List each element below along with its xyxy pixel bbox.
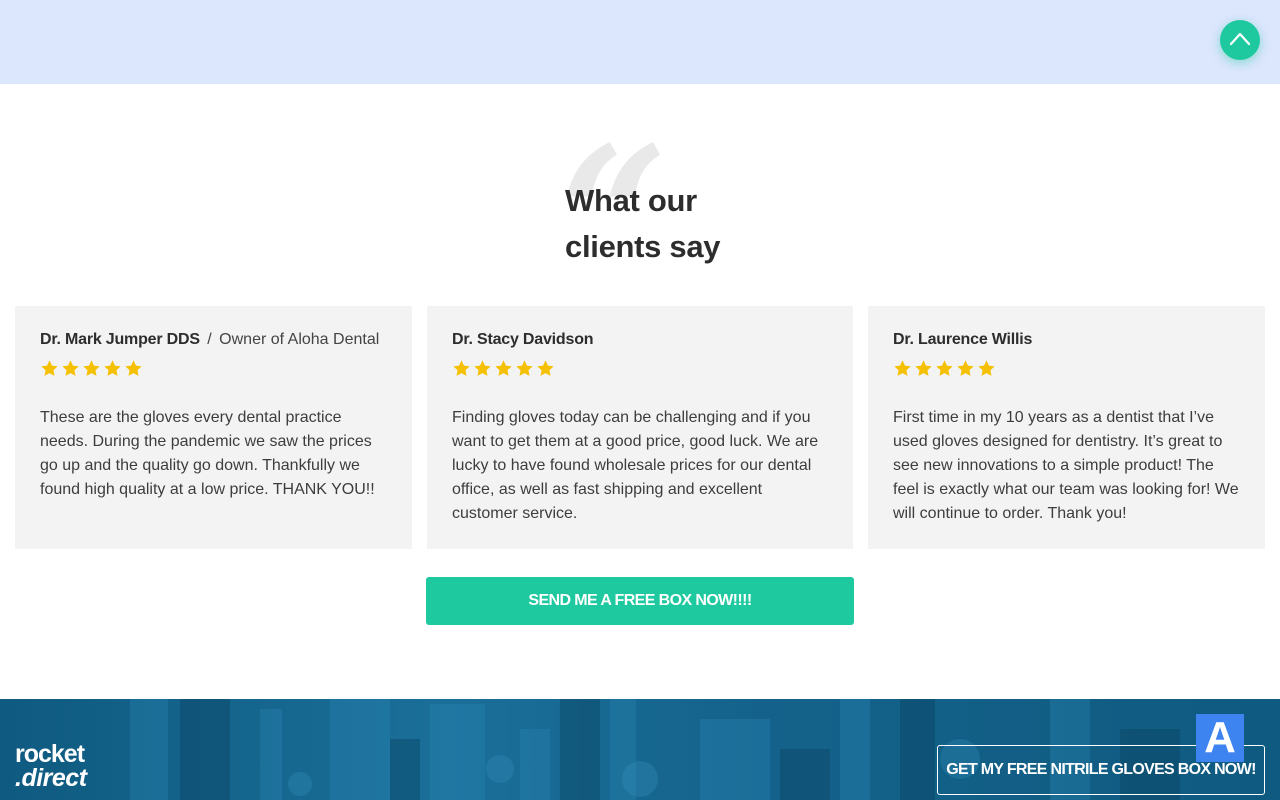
accessibility-a-icon[interactable]: A: [1196, 714, 1244, 762]
reviewer-role: Owner of Aloha Dental: [219, 331, 380, 348]
star-rating: [40, 359, 387, 381]
testimonial-card: Dr. Stacy Davidson Finding gloves today …: [427, 306, 853, 549]
star-icon: [516, 360, 533, 376]
star-icon: [453, 360, 470, 376]
reviewer-name: Dr. Stacy Davidson: [452, 331, 594, 348]
section-title-line-1: What our: [565, 183, 697, 218]
star-icon: [936, 360, 953, 376]
star-rating: [452, 359, 828, 381]
star-icon: [957, 360, 974, 376]
top-banner: [0, 0, 1280, 84]
chevron-up-icon: [1229, 32, 1251, 46]
testimonial-card: Dr. Laurence Willis First time in my 10 …: [868, 306, 1265, 549]
star-icon: [125, 360, 142, 376]
star-icon: [62, 360, 79, 376]
reviewer-line: Dr. Mark Jumper DDS / Owner of Aloha Den…: [40, 330, 387, 350]
star-icon: [474, 360, 491, 376]
reviewer-name: Dr. Laurence Willis: [893, 331, 1033, 348]
reviewer-line: Dr. Laurence Willis: [893, 330, 1240, 350]
star-rating: [893, 359, 1240, 381]
star-icon: [978, 360, 995, 376]
star-icon: [41, 360, 58, 376]
section-title: What our clients say: [565, 178, 721, 270]
star-icon: [495, 360, 512, 376]
reviewer-name: Dr. Mark Jumper DDS: [40, 331, 200, 348]
scroll-to-top-button[interactable]: [1220, 20, 1260, 60]
star-icon: [894, 360, 911, 376]
review-text: First time in my 10 years as a dentist t…: [893, 409, 1239, 522]
logo-line-2: .direct: [15, 764, 87, 792]
free-box-button[interactable]: SEND ME A FREE BOX NOW!!!!: [426, 577, 854, 625]
testimonial-card: Dr. Mark Jumper DDS / Owner of Aloha Den…: [15, 306, 412, 549]
testimonials-heading: “ What our clients say: [559, 122, 865, 312]
review-text: These are the gloves every dental practi…: [40, 409, 375, 498]
reviewer-separator: /: [207, 331, 212, 348]
rocket-direct-logo[interactable]: rocket .direct: [15, 742, 87, 792]
star-icon: [83, 360, 100, 376]
footer: rocket .direct GET MY FREE NITRILE GLOVE…: [0, 699, 1280, 800]
star-icon: [104, 360, 121, 376]
star-icon: [915, 360, 932, 376]
star-icon: [537, 360, 554, 376]
reviewer-line: Dr. Stacy Davidson: [452, 330, 828, 350]
section-title-line-2: clients say: [565, 229, 721, 264]
review-text: Finding gloves today can be challenging …: [452, 409, 819, 522]
